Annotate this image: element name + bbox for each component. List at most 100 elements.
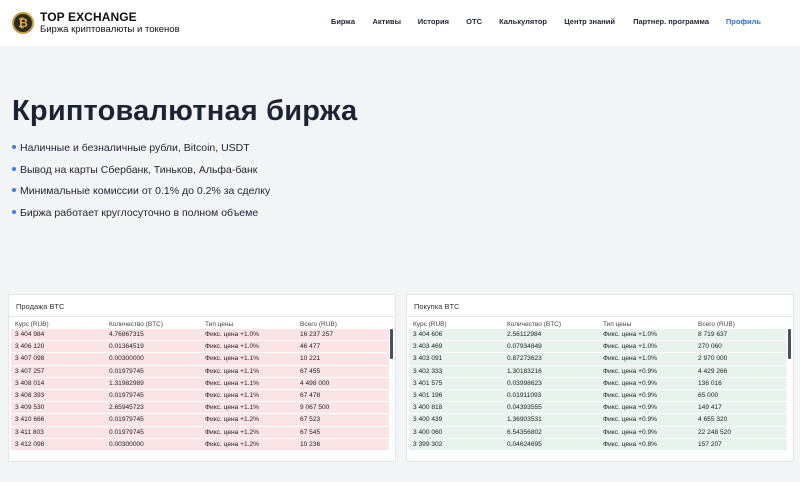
cell-total: 270 060: [698, 343, 722, 351]
nav-item-history[interactable]: История: [418, 17, 449, 26]
nav-item-partner-program[interactable]: Партнер. программа: [633, 17, 709, 26]
cell-total: 46 477: [300, 343, 321, 351]
nav-item-calculator[interactable]: Калькулятор: [499, 17, 547, 26]
cell-rate: 3 408 014: [15, 379, 45, 387]
cell-rate: 3 410 666: [15, 416, 45, 424]
buy-rows[interactable]: 3 404 606 2.56112984 Фикс. цена +1.0% 8 719…: [407, 329, 793, 451]
sell-scrollbar[interactable]: [390, 329, 393, 359]
cell-total: 4 429 266: [698, 367, 728, 375]
bullet-dot-icon: [12, 166, 16, 171]
cell-total: 67 523: [300, 416, 321, 424]
bitcoin-logo-icon[interactable]: ₿: [12, 12, 34, 34]
table-row[interactable]: 3 401 575 0.03998623 Фикс. цена +0.9% 136 0…: [409, 377, 787, 390]
cell-price-type: Фикс. цена +0.9%: [603, 404, 658, 412]
buy-scrollbar[interactable]: [788, 329, 791, 359]
column-header-total: Всего (RUB): [698, 321, 735, 328]
column-header-price-type: Тип цены: [603, 321, 632, 328]
table-row[interactable]: 3 403 469 0.07934849 Фикс. цена +1.0% 270 0…: [409, 341, 787, 354]
cell-price-type: Фикс. цена +1.1%: [205, 355, 260, 363]
cell-amount: 0.00300000: [109, 355, 144, 363]
cell-amount: 0.03998623: [507, 379, 542, 387]
column-header-total: Всего (RUB): [300, 321, 337, 328]
cell-total: 67 478: [300, 391, 321, 399]
cell-rate: 3 407 098: [15, 355, 45, 363]
cell-rate: 3 412 098: [15, 440, 45, 448]
cell-total: 16 237 257: [300, 331, 334, 338]
table-row[interactable]: 3 403 091 0.87273623 Фикс. цена +1.0% 2 970…: [409, 353, 787, 366]
cell-rate: 3 402 333: [413, 367, 443, 375]
table-row[interactable]: 3 404 606 2.56112984 Фикс. цена +1.0% 8 719…: [409, 329, 787, 342]
cell-amount: 0.01911093: [507, 391, 542, 399]
nav-item-otc[interactable]: OTC: [466, 17, 482, 26]
cell-price-type: Фикс. цена +0.9%: [603, 428, 658, 436]
cell-price-type: Фикс. цена +1.1%: [205, 379, 260, 387]
table-row[interactable]: 3 406 120 0.01364519 Фикс. цена +1.0% 46 47…: [11, 341, 389, 354]
table-row[interactable]: 3 407 257 0.01979745 Фикс. цена +1.1% 67 45…: [11, 365, 389, 378]
cell-rate: 3 409 530: [15, 404, 45, 412]
cell-total: 10 236: [300, 440, 321, 448]
column-header-rate: Курс (RUB): [413, 321, 447, 328]
sell-order-book: Продажа BTC Курс (RUB) Количество (BTC) …: [8, 294, 396, 462]
cell-amount: 0.04624695: [507, 440, 542, 448]
table-row[interactable]: 3 410 666 0.01979745 Фикс. цена +1.2% 67 52…: [11, 414, 389, 427]
cell-total: 22 248 520: [698, 428, 732, 436]
buy-order-book: Покупка BTC Курс (RUB) Количество (BTC) …: [406, 294, 794, 462]
buy-panel-title: Покупка BTC: [414, 302, 460, 311]
cell-price-type: Фикс. цена +1.2%: [205, 416, 260, 424]
table-row[interactable]: 3 407 098 0.00300000 Фикс. цена +1.1% 10 22…: [11, 353, 389, 366]
column-header-amount: Количество (BTC): [109, 321, 164, 328]
nav-item-knowledge-center[interactable]: Центр знаний: [564, 17, 615, 26]
bullet-dot-icon: [12, 209, 16, 214]
table-row[interactable]: 3 399 302 0.04624695 Фикс. цена +0.8% 157 2…: [409, 438, 787, 451]
table-row[interactable]: 3 411 803 0.01979745 Фикс. цена +1.2% 67 54…: [11, 426, 389, 439]
cell-price-type: Фикс. цена +1.0%: [205, 343, 260, 351]
cell-amount: 0.87273623: [507, 355, 542, 363]
cell-amount: 2.56112984: [507, 331, 542, 338]
cell-total: 9 067 500: [300, 404, 330, 412]
divider: [407, 316, 793, 317]
cell-rate: 3 403 091: [413, 355, 443, 363]
table-row[interactable]: 3 404 984 4.76867315 Фикс. цена +1.0% 16 23…: [11, 329, 389, 342]
table-row[interactable]: 3 412 098 0.00300000 Фикс. цена +1.2% 10 23…: [11, 438, 389, 451]
cell-total: 10 221: [300, 355, 321, 363]
cell-price-type: Фикс. цена +0.9%: [603, 379, 658, 387]
feature-text: Вывод на карты Сбербанк, Тиньков, Альфа-…: [20, 163, 258, 176]
cell-amount: 1.30183216: [507, 367, 542, 375]
feature-text: Минимальные комиссии от 0.1% до 0.2% за …: [20, 185, 271, 197]
cell-rate: 3 406 120: [15, 343, 45, 351]
table-row[interactable]: 3 400 439 1.36903531 Фикс. цена +0.9% 4 655…: [409, 414, 787, 427]
cell-total: 136 016: [698, 379, 722, 387]
cell-amount: 0.01979745: [109, 416, 144, 424]
column-header-rate: Курс (RUB): [15, 321, 49, 328]
cell-total: 4 655 320: [698, 416, 728, 424]
table-row[interactable]: 3 400 060 6.54356802 Фикс. цена +0.9% 22 24…: [409, 426, 787, 439]
table-row[interactable]: 3 408 014 1.31982989 Фикс. цена +1.1% 4 498…: [11, 377, 389, 390]
feature-list: Наличные и безналичные рубли, Bitcoin, U…: [12, 142, 270, 228]
table-row[interactable]: 3 402 333 1.30183216 Фикс. цена +0.9% 4 429…: [409, 365, 787, 378]
bitcoin-glyph: ₿: [18, 16, 28, 30]
feature-text: Биржа работает круглосуточно в полном об…: [20, 206, 259, 219]
cell-price-type: Фикс. цена +1.0%: [603, 343, 658, 351]
cell-price-type: Фикс. цена +1.1%: [205, 404, 260, 412]
table-row[interactable]: 3 400 818 0.04393555 Фикс. цена +0.9% 149 4…: [409, 402, 787, 415]
brand[interactable]: TOP EXCHANGE Биржа криптовалюты и токено…: [40, 11, 180, 36]
nav-item-profile[interactable]: Профиль: [726, 17, 761, 26]
cell-amount: 0.01979745: [109, 391, 144, 399]
bullet-dot-icon: [12, 145, 16, 150]
feature-text: Наличные и безналичные рубли, Bitcoin, U…: [20, 142, 250, 154]
cell-price-type: Фикс. цена +1.1%: [205, 391, 260, 399]
cell-amount: 0.07934849: [507, 343, 542, 351]
sell-rows[interactable]: 3 404 984 4.76867315 Фикс. цена +1.0% 16 23…: [9, 329, 395, 451]
cell-rate: 3 400 060: [413, 428, 443, 436]
cell-rate: 3 407 257: [15, 367, 45, 375]
nav-item-assets[interactable]: Активы: [373, 17, 401, 26]
table-row[interactable]: 3 401 196 0.01911093 Фикс. цена +0.9% 65 00…: [409, 389, 787, 403]
brand-title: TOP EXCHANGE: [40, 10, 137, 24]
nav-item-exchange[interactable]: Биржа: [331, 17, 355, 26]
cell-price-type: Фикс. цена +1.0%: [205, 331, 260, 338]
cell-total: 4 498 000: [300, 379, 330, 387]
table-row[interactable]: 3 408 393 0.01979745 Фикс. цена +1.1% 67 47…: [11, 389, 389, 403]
table-row[interactable]: 3 409 530 2.65945723 Фикс. цена +1.1% 9 067…: [11, 402, 389, 415]
cell-rate: 3 400 818: [413, 404, 443, 412]
cell-amount: 1.31982989: [109, 379, 144, 387]
